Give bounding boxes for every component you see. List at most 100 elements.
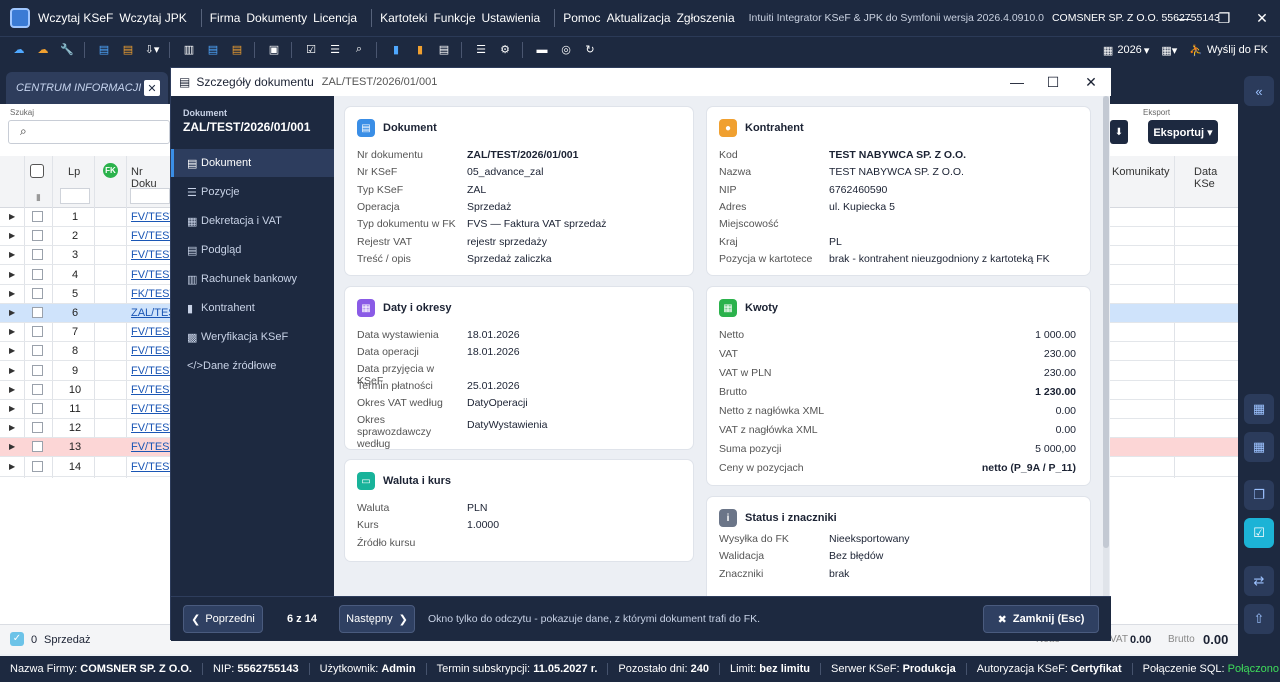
edit-check-icon[interactable]: ☑ bbox=[1244, 518, 1274, 548]
document-icon[interactable]: ▤ bbox=[93, 40, 115, 60]
send-fk-button[interactable]: Wyślij do FK bbox=[1207, 44, 1268, 56]
expand-arrow-icon[interactable]: ▶ bbox=[9, 385, 15, 394]
row-checkbox[interactable] bbox=[32, 422, 43, 434]
expand-arrow-icon[interactable]: ▶ bbox=[9, 366, 15, 375]
select-all-checkbox[interactable] bbox=[30, 164, 44, 178]
year-select[interactable]: 2026 bbox=[1117, 44, 1141, 56]
minimize-icon[interactable]: — bbox=[1166, 0, 1202, 36]
chevron-down-icon[interactable]: ▾ bbox=[1144, 44, 1150, 57]
prev-button[interactable]: ❮ Poprzedni bbox=[183, 605, 263, 633]
upload-icon[interactable]: ⇧ bbox=[1244, 604, 1274, 634]
menu-funkcje[interactable]: Funkcje bbox=[433, 11, 475, 25]
col-data-ksef[interactable]: Data KSe bbox=[1194, 166, 1238, 190]
row-checkbox[interactable] bbox=[32, 230, 43, 242]
close-tab-icon[interactable]: ✕ bbox=[144, 80, 160, 96]
expand-arrow-icon[interactable]: ▶ bbox=[9, 442, 15, 451]
close-window-icon[interactable]: ✕ bbox=[1244, 0, 1280, 36]
wrench-icon[interactable]: 🔧 bbox=[56, 40, 78, 60]
chart-icon[interactable]: ▥ bbox=[178, 40, 200, 60]
row-checkbox[interactable] bbox=[32, 383, 43, 395]
row-checkbox[interactable] bbox=[32, 268, 43, 280]
menu-firma[interactable]: Firma bbox=[210, 11, 241, 25]
expand-arrow-icon[interactable]: ▶ bbox=[9, 462, 15, 471]
expand-arrow-icon[interactable]: ▶ bbox=[9, 404, 15, 413]
col-komunikaty[interactable]: Komunikaty bbox=[1112, 166, 1169, 178]
menu-wczytaj-ksef[interactable]: Wczytaj KSeF bbox=[38, 11, 113, 25]
file-blue-icon[interactable]: ▤ bbox=[202, 40, 224, 60]
list-icon[interactable]: ☰ bbox=[324, 40, 346, 60]
filter-doc-input[interactable] bbox=[130, 188, 170, 204]
expand-arrow-icon[interactable]: ▶ bbox=[9, 212, 15, 221]
calendar-check-icon[interactable]: ▦▾ bbox=[1161, 44, 1177, 57]
menu-list-icon[interactable]: ☰ bbox=[470, 40, 492, 60]
maximize-icon[interactable]: ❐ bbox=[1206, 0, 1242, 36]
nav-kontrahent[interactable]: ▮ Kontrahent bbox=[171, 294, 334, 322]
bookmark-orange-icon[interactable]: ▮ bbox=[409, 40, 431, 60]
bookmark-blue-icon[interactable]: ▮ bbox=[385, 40, 407, 60]
document-orange-icon[interactable]: ▤ bbox=[117, 40, 139, 60]
nav-dokument[interactable]: ▤ Dokument bbox=[171, 149, 334, 177]
minimize-icon[interactable]: — bbox=[999, 68, 1035, 96]
row-checkbox[interactable] bbox=[32, 460, 43, 472]
nav-rachunek[interactable]: ▥ Rachunek bankowy bbox=[171, 265, 334, 293]
cloud-upload-icon[interactable]: ☁ bbox=[8, 40, 30, 60]
expand-arrow-icon[interactable]: ▶ bbox=[9, 346, 15, 355]
menu-pomoc[interactable]: Pomoc bbox=[563, 11, 600, 25]
expand-arrow-icon[interactable]: ▶ bbox=[9, 289, 15, 298]
file-export-icon[interactable]: ▤ bbox=[433, 40, 455, 60]
row-checkbox[interactable] bbox=[32, 326, 43, 338]
globe-icon[interactable]: ◎ bbox=[555, 40, 577, 60]
row-checkbox[interactable] bbox=[32, 249, 43, 261]
expand-arrow-icon[interactable]: ▶ bbox=[9, 270, 15, 279]
dialog-scrollbar[interactable] bbox=[1103, 96, 1109, 596]
nav-weryfikacja[interactable]: ▩ Weryfikacja KSeF bbox=[171, 323, 334, 351]
nav-dane-zrodlowe[interactable]: </> Dane źródłowe bbox=[171, 352, 334, 380]
menu-zgloszenia[interactable]: Zgłoszenia bbox=[677, 11, 735, 25]
row-checkbox[interactable] bbox=[32, 211, 43, 222]
calendar-check-icon[interactable]: ▦ bbox=[1244, 432, 1274, 462]
col-lp[interactable]: Lp bbox=[68, 166, 80, 178]
collapse-icon[interactable]: « bbox=[1244, 76, 1274, 106]
nav-podglad[interactable]: ▤ Podgląd bbox=[171, 236, 334, 264]
search-icon[interactable]: ⌕ bbox=[348, 40, 370, 60]
nav-pozycje[interactable]: ☰ Pozycje bbox=[171, 178, 334, 206]
tab-centrum-informacji[interactable]: CENTRUM INFORMACJI ✕ bbox=[6, 72, 168, 104]
file-lock-icon[interactable]: ▣ bbox=[263, 40, 285, 60]
swap-icon[interactable]: ⇄ bbox=[1244, 566, 1274, 596]
nav-dekretacja[interactable]: ▦ Dekretacja i VAT bbox=[171, 207, 334, 235]
expand-arrow-icon[interactable]: ▶ bbox=[9, 250, 15, 259]
refresh-icon[interactable]: ↻ bbox=[579, 40, 601, 60]
menu-wczytaj-jpk[interactable]: Wczytaj JPK bbox=[119, 11, 186, 25]
copy-icon[interactable]: ❐ bbox=[1244, 480, 1274, 510]
next-button[interactable]: Następny ❯ bbox=[339, 605, 415, 633]
maximize-icon[interactable]: ☐ bbox=[1035, 68, 1071, 96]
filter-lp-input[interactable] bbox=[60, 188, 90, 204]
menu-kartoteki[interactable]: Kartoteki bbox=[380, 11, 427, 25]
file-orange-icon[interactable]: ▤ bbox=[226, 40, 248, 60]
book-icon[interactable]: ▬ bbox=[531, 40, 553, 60]
row-checkbox[interactable] bbox=[32, 287, 43, 299]
calendar-icon[interactable]: ▦ bbox=[1244, 394, 1274, 424]
close-button[interactable]: ✖ Zamknij (Esc) bbox=[983, 605, 1099, 633]
cloud-download-icon[interactable]: ☁ bbox=[32, 40, 54, 60]
search-input[interactable] bbox=[8, 120, 170, 144]
col-doc[interactable]: Nr Doku bbox=[131, 166, 170, 190]
row-checkbox[interactable] bbox=[32, 345, 43, 357]
menu-aktualizacja[interactable]: Aktualizacja bbox=[607, 11, 671, 25]
download-icon[interactable]: ⬇ bbox=[1110, 120, 1128, 144]
export-button[interactable]: Eksportuj ▾ bbox=[1148, 120, 1218, 144]
menu-ustawienia[interactable]: Ustawienia bbox=[482, 11, 541, 25]
menu-dokumenty[interactable]: Dokumenty bbox=[246, 11, 307, 25]
close-icon[interactable]: ✕ bbox=[1073, 68, 1109, 96]
expand-arrow-icon[interactable]: ▶ bbox=[9, 231, 15, 240]
download-dropdown-icon[interactable]: ⇩▾ bbox=[141, 40, 163, 60]
row-checkbox[interactable] bbox=[32, 441, 43, 453]
gear-icon[interactable]: ⚙ bbox=[494, 40, 516, 60]
expand-arrow-icon[interactable]: ▶ bbox=[9, 327, 15, 336]
checkbox-icon[interactable]: ☑ bbox=[300, 40, 322, 60]
expand-arrow-icon[interactable]: ▶ bbox=[9, 423, 15, 432]
scrollbar-thumb[interactable] bbox=[1103, 96, 1109, 548]
menu-licencja[interactable]: Licencja bbox=[313, 11, 357, 25]
row-checkbox[interactable] bbox=[32, 364, 43, 376]
row-checkbox[interactable] bbox=[32, 307, 43, 318]
